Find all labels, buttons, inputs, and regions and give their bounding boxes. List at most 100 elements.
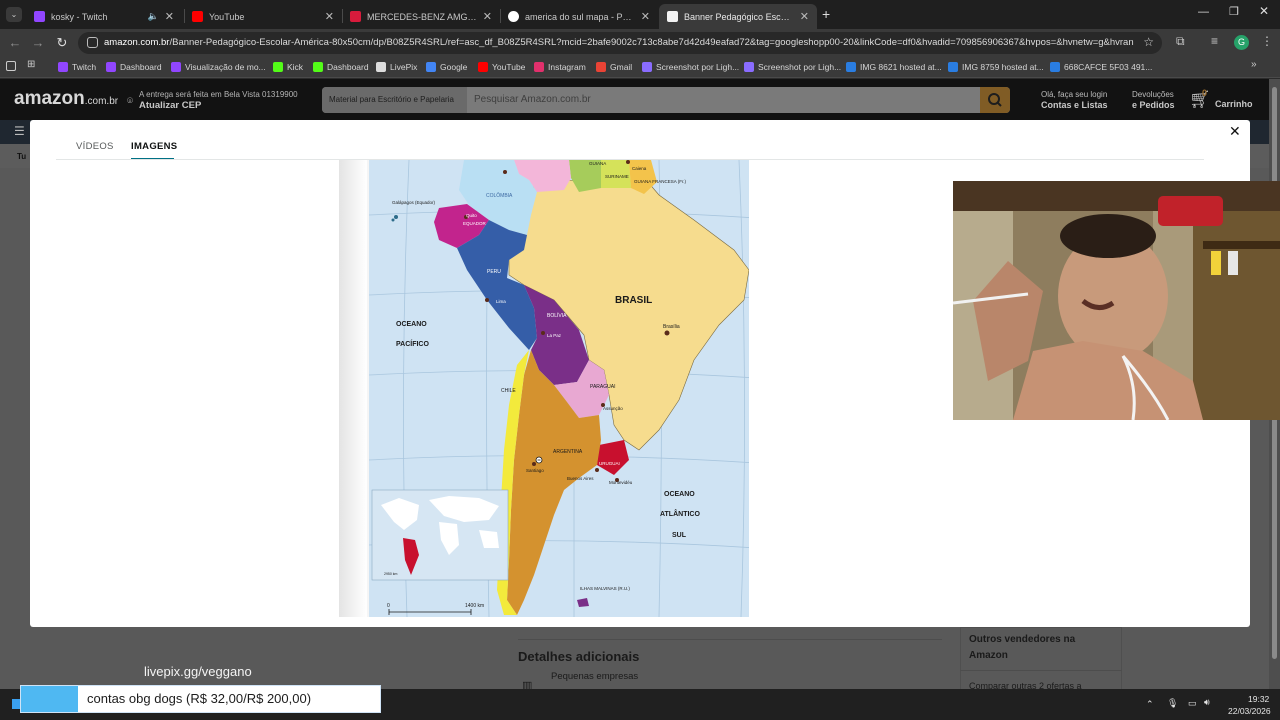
twitch-icon [34,11,45,22]
address-bar[interactable]: amazon.com.br/Banner-Pedagógico-Escolar-… [78,32,1162,54]
extensions-icon[interactable]: ⧉ [1176,34,1185,49]
bookmark-favicon-icon [534,62,544,72]
divider [518,639,942,640]
bookmark-item[interactable]: Google [426,60,467,74]
tray-chevron-icon[interactable]: ⌃ [1146,699,1154,710]
cart-label[interactable]: Carrinho [1215,99,1253,109]
delivery-line1[interactable]: A entrega será feita em Bela Vista 01319… [139,90,298,99]
tab-title: MERCEDES-BENZ AMG GT 63 4 [367,11,477,22]
bookmark-star-icon[interactable]: ☆ [1143,35,1154,49]
amazon-logo[interactable]: amazon.com.br [14,88,118,110]
bookmark-item[interactable]: Twitch [58,60,96,74]
speaker-icon[interactable]: 🔊︎ [1204,697,1210,708]
tab-mercedes[interactable]: MERCEDES-BENZ AMG GT 63 4 ✕ [342,4,500,29]
bookmark-favicon-icon [376,62,386,72]
clock-date[interactable]: 22/03/2026 [1228,706,1271,716]
bookmark-item[interactable]: Screenshot por Ligh... [744,60,841,74]
close-tab-icon[interactable]: ✕ [165,10,174,23]
bookmark-favicon-icon [948,62,958,72]
minimize-button[interactable]: — [1198,6,1209,18]
label-inset-scale: 2950 km [384,572,398,576]
tab-images[interactable]: IMAGENS [131,141,177,152]
bookmark-item[interactable]: YouTube [478,60,525,74]
amazon-icon [667,11,678,22]
close-tab-icon[interactable]: ✕ [325,10,334,23]
browser-toolbar: ← → ↻ amazon.com.br/Banner-Pedagógico-Es… [0,29,1280,56]
bookmark-folder-icon[interactable] [6,61,16,71]
account-line1[interactable]: Olá, faça seu login [1041,90,1107,99]
location-pin-icon: ⌾ [127,96,133,107]
tab-twitch[interactable]: kosky - Twitch 🔈 ✕ [26,4,182,29]
bookmark-label: Screenshot por Ligh... [656,62,740,72]
bookmark-item[interactable]: Kick [273,60,303,74]
bookmark-item[interactable]: Screenshot por Ligh... [642,60,739,74]
bookmark-item[interactable]: Visualização de mo... [171,60,266,74]
compare-offers-link[interactable]: Comparar outras 2 ofertas a [969,681,1082,689]
label-scale-km: 1400 km [465,603,484,609]
bookmark-favicon-icon [1050,62,1060,72]
bookmark-item[interactable]: 668CAFCE 5F03 491... [1050,60,1152,74]
bookmark-item[interactable]: LivePix [376,60,417,74]
donation-progress-fill [21,686,78,712]
bookmark-item[interactable]: Dashboard [313,60,369,74]
close-tab-icon[interactable]: ✕ [641,10,650,23]
close-window-button[interactable]: ✕ [1259,4,1269,18]
site-icon [350,11,361,22]
microphone-icon[interactable]: 🎙︎ [1167,698,1178,709]
south-america-map-image[interactable]: COLÔMBIA GUIANA SURINAME Caiena GUIANA F… [339,160,749,617]
small-business-label[interactable]: Pequenas empresas [551,671,638,682]
url-text: amazon.com.br/Banner-Pedagógico-Escolar-… [104,32,1134,54]
tab-title: Banner Pedagógico Escolar Ma [684,11,794,22]
cart-icon[interactable]: 🛒︎ [1189,90,1211,110]
bookmark-favicon-icon [58,62,68,72]
site-info-icon[interactable] [87,37,98,48]
search-input[interactable]: Pesquisar Amazon.com.br [474,87,591,113]
bookmark-item[interactable]: IMG 8759 hosted at... [948,60,1044,74]
reload-icon[interactable]: ↻ [53,34,71,52]
label-scale-zero: 0 [387,603,390,609]
hamburger-menu-icon[interactable]: ☰ [14,124,25,138]
returns-line1[interactable]: Devoluções [1132,90,1174,99]
tab-videos[interactable]: VÍDEOS [76,141,114,152]
apps-grid-icon[interactable]: ⊞ [27,59,35,70]
reading-list-icon[interactable]: ≡ [1211,34,1218,48]
delivery-line2[interactable]: Atualizar CEP [139,100,201,111]
bookmark-item[interactable]: Instagram [534,60,586,74]
speaker-icon[interactable]: 🔈 [148,11,159,22]
more-bookmarks-icon[interactable]: » [1251,59,1257,70]
back-arrow-icon[interactable]: ← [6,34,24,52]
close-tab-icon[interactable]: ✕ [800,10,809,23]
bookmark-item[interactable]: IMG 8621 hosted at... [846,60,942,74]
sub-nav-fragment[interactable]: Tu [17,152,26,161]
label-oceano-atlantico-1: OCEANO [664,491,695,498]
label-chile: CHILE [501,388,516,394]
bookmark-item[interactable]: Dashboard [106,60,162,74]
search-category-select[interactable]: Material para Escritório e Papelaria [322,87,467,113]
returns-line2[interactable]: e Pedidos [1132,100,1175,110]
tab-google-search[interactable]: america do sul mapa - Pesquisa ✕ [500,4,658,29]
youtube-icon [192,11,203,22]
new-tab-button[interactable]: + [822,6,830,22]
display-icon[interactable]: ▭ [1188,698,1197,709]
tab-title: YouTube [209,11,245,22]
search-icon [988,93,1002,107]
profile-avatar[interactable]: G [1234,35,1249,50]
account-line2[interactable]: Contas e Listas [1041,100,1108,110]
tab-youtube[interactable]: YouTube ✕ [184,4,342,29]
tab-search-button[interactable]: ⌄ [6,7,22,22]
bookmark-favicon-icon [744,62,754,72]
label-uruguai: URUGUAI [599,461,620,466]
clock-time[interactable]: 19:32 [1248,694,1269,704]
forward-arrow-icon[interactable]: → [29,34,47,52]
label-oceano-atlantico-2: ATLÂNTICO [660,509,700,518]
tab-amazon-active[interactable]: Banner Pedagógico Escolar Ma ✕ [659,4,817,29]
label-bolivia: BOLÍVIA [547,312,567,319]
browser-menu-icon[interactable]: ⋮ [1261,34,1273,48]
search-button[interactable] [980,87,1010,113]
amazon-header: amazon.com.br ⌾ A entrega será feita em … [0,79,1280,120]
restore-button[interactable]: ❐ [1229,5,1239,18]
label-assuncao: Assunção [603,406,623,411]
close-tab-icon[interactable]: ✕ [483,10,492,23]
close-modal-icon[interactable]: ✕ [1229,123,1241,140]
bookmark-item[interactable]: Gmail [596,60,632,74]
